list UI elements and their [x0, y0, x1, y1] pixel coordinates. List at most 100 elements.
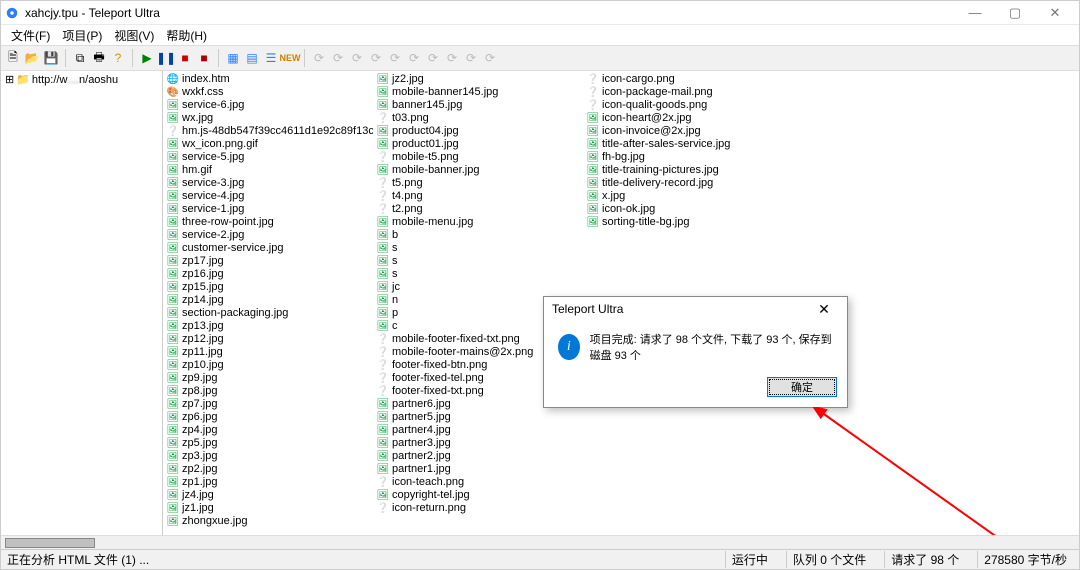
pause-icon[interactable]: ❚❚ — [158, 50, 174, 66]
open-file-icon[interactable]: 📂 — [24, 50, 40, 66]
file-item[interactable]: 🖼jz1.jpg — [167, 502, 369, 515]
expand-icon[interactable]: ⊞ — [5, 73, 14, 86]
menu-view[interactable]: 视图(V) — [110, 26, 158, 45]
file-item[interactable]: ❔icon-package-mail.png — [587, 86, 789, 99]
file-item[interactable]: 🖼sorting-title-bg.jpg — [587, 216, 789, 229]
print-icon[interactable]: 🖶 — [91, 50, 107, 66]
file-item[interactable]: 🖼title-training-pictures.jpg — [587, 164, 789, 177]
file-item[interactable]: 🖼fh-bg.jpg — [587, 151, 789, 164]
file-item[interactable]: 🖼s — [377, 268, 579, 281]
file-item[interactable]: 🌐index.htm — [167, 73, 369, 86]
file-item[interactable]: ❔icon-cargo.png — [587, 73, 789, 86]
file-item[interactable]: 🖼zp10.jpg — [167, 359, 369, 372]
view-detail-icon[interactable]: ☰ — [263, 50, 279, 66]
file-item[interactable]: 🖼x.jpg — [587, 190, 789, 203]
file-item[interactable]: 🖼zp3.jpg — [167, 450, 369, 463]
copy-icon[interactable]: ⧉ — [72, 50, 88, 66]
file-item[interactable]: 🖼icon-ok.jpg — [587, 203, 789, 216]
file-item[interactable]: 🖼icon-heart@2x.jpg — [587, 112, 789, 125]
file-item[interactable]: 🖼s — [377, 242, 579, 255]
file-item[interactable]: 🖼title-after-sales-service.jpg — [587, 138, 789, 151]
dialog-close-icon[interactable]: ✕ — [809, 301, 839, 318]
file-item[interactable]: 🖼jz2.jpg — [377, 73, 579, 86]
file-item[interactable]: 🖼zp7.jpg — [167, 398, 369, 411]
file-item[interactable]: ❔t4.png — [377, 190, 579, 203]
file-item[interactable]: 🖼service-1.jpg — [167, 203, 369, 216]
file-item[interactable]: 🖼wx.jpg — [167, 112, 369, 125]
new-tag-icon[interactable]: NEW — [282, 50, 298, 66]
file-item[interactable]: 🖼mobile-banner145.jpg — [377, 86, 579, 99]
file-item[interactable]: 🖼service-5.jpg — [167, 151, 369, 164]
prog-9-icon[interactable]: ⟳ — [463, 50, 479, 66]
file-item[interactable]: 🖼zp14.jpg — [167, 294, 369, 307]
prog-10-icon[interactable]: ⟳ — [482, 50, 498, 66]
file-item[interactable]: 🖼b — [377, 229, 579, 242]
menu-file[interactable]: 文件(F) — [7, 26, 54, 45]
view-large-icon[interactable]: ▦ — [225, 50, 241, 66]
file-item[interactable]: 🖼customer-service.jpg — [167, 242, 369, 255]
prog-4-icon[interactable]: ⟳ — [368, 50, 384, 66]
file-item[interactable]: 🖼zp17.jpg — [167, 255, 369, 268]
prog-1-icon[interactable]: ⟳ — [311, 50, 327, 66]
run-icon[interactable]: ▶ — [139, 50, 155, 66]
file-item[interactable]: ❔icon-qualit-goods.png — [587, 99, 789, 112]
file-item[interactable]: 🖼zp6.jpg — [167, 411, 369, 424]
file-item[interactable]: 🖼zp12.jpg — [167, 333, 369, 346]
menu-project[interactable]: 项目(P) — [58, 26, 106, 45]
tree-root-node[interactable]: ⊞ 📁 http://w....n/aoshu — [5, 73, 158, 86]
file-item[interactable]: 🖼partner2.jpg — [377, 450, 579, 463]
file-item[interactable]: 🖼icon-invoice@2x.jpg — [587, 125, 789, 138]
view-small-icon[interactable]: ▤ — [244, 50, 260, 66]
file-item[interactable]: ❔t5.png — [377, 177, 579, 190]
file-item[interactable]: 🖼jc — [377, 281, 579, 294]
file-item[interactable]: 🎨wxkf.css — [167, 86, 369, 99]
help-icon[interactable]: ? — [110, 50, 126, 66]
file-item[interactable]: 🖼zp13.jpg — [167, 320, 369, 333]
record-icon[interactable]: ■ — [196, 50, 212, 66]
file-item[interactable]: 🖼zp4.jpg — [167, 424, 369, 437]
prog-2-icon[interactable]: ⟳ — [330, 50, 346, 66]
file-item[interactable]: ❔icon-teach.png — [377, 476, 579, 489]
file-item[interactable]: 🖼copyright-tel.jpg — [377, 489, 579, 502]
file-item[interactable]: ❔t03.png — [377, 112, 579, 125]
file-item[interactable]: ❔hm.js-48db547f39cc4611d1e92c89f13c89e0 — [167, 125, 369, 138]
file-item[interactable]: 🖼partner3.jpg — [377, 437, 579, 450]
file-item[interactable]: ❔mobile-t5.png — [377, 151, 579, 164]
file-item[interactable]: 🖼partner4.jpg — [377, 424, 579, 437]
file-item[interactable]: 🖼hm.gif — [167, 164, 369, 177]
scrollbar-thumb[interactable] — [5, 538, 95, 548]
file-item[interactable]: ❔icon-return.png — [377, 502, 579, 515]
file-item[interactable]: 🖼zp11.jpg — [167, 346, 369, 359]
stop-icon[interactable]: ■ — [177, 50, 193, 66]
file-item[interactable]: 🖼zhongxue.jpg — [167, 515, 369, 528]
prog-7-icon[interactable]: ⟳ — [425, 50, 441, 66]
file-item[interactable]: 🖼zp2.jpg — [167, 463, 369, 476]
file-item[interactable]: 🖼s — [377, 255, 579, 268]
file-item[interactable]: 🖼zp5.jpg — [167, 437, 369, 450]
prog-3-icon[interactable]: ⟳ — [349, 50, 365, 66]
minimize-button[interactable]: — — [955, 2, 995, 24]
dialog-ok-button[interactable]: 确定 — [767, 377, 837, 397]
close-button[interactable]: ✕ — [1035, 2, 1075, 24]
file-item[interactable]: 🖼title-delivery-record.jpg — [587, 177, 789, 190]
file-item[interactable]: 🖼mobile-banner.jpg — [377, 164, 579, 177]
file-item[interactable]: 🖼three-row-point.jpg — [167, 216, 369, 229]
maximize-button[interactable]: ▢ — [995, 2, 1035, 24]
file-item[interactable]: 🖼zp1.jpg — [167, 476, 369, 489]
file-item[interactable]: 🖼zp15.jpg — [167, 281, 369, 294]
file-item[interactable]: 🖼product04.jpg — [377, 125, 579, 138]
prog-6-icon[interactable]: ⟳ — [406, 50, 422, 66]
file-item[interactable]: 🖼zp9.jpg — [167, 372, 369, 385]
tree-h-scrollbar[interactable] — [1, 535, 1079, 549]
file-item[interactable]: 🖼partner1.jpg — [377, 463, 579, 476]
new-file-icon[interactable]: 🗎 — [5, 50, 21, 66]
file-item[interactable]: 🖼mobile-menu.jpg — [377, 216, 579, 229]
file-item[interactable]: 🖼service-6.jpg — [167, 99, 369, 112]
file-item[interactable]: 🖼service-3.jpg — [167, 177, 369, 190]
file-item[interactable]: 🖼jz4.jpg — [167, 489, 369, 502]
file-item[interactable]: ❔t2.png — [377, 203, 579, 216]
save-file-icon[interactable]: 💾 — [43, 50, 59, 66]
file-item[interactable]: 🖼partner5.jpg — [377, 411, 579, 424]
file-item[interactable]: 🖼banner145.jpg — [377, 99, 579, 112]
file-item[interactable]: 🖼product01.jpg — [377, 138, 579, 151]
